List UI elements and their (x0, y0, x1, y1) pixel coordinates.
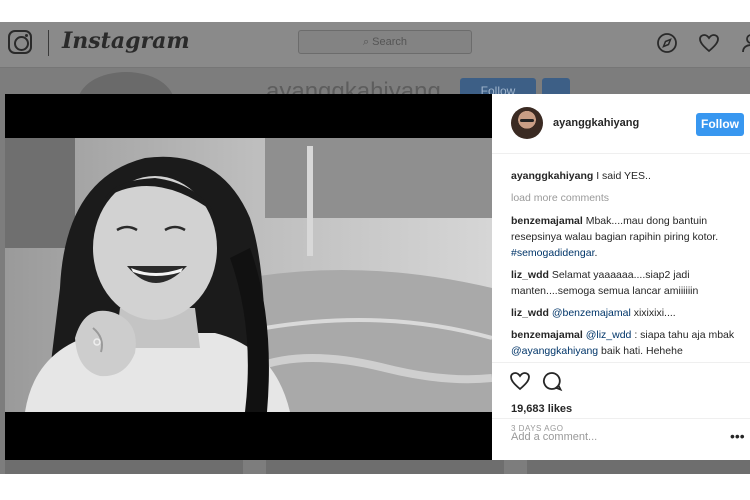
list-item: liz_wdd Selamat yaaaaaa....siap2 jadi ma… (511, 267, 741, 299)
photo-frame (5, 94, 492, 460)
hashtag-link[interactable]: #semogadidengar (511, 247, 594, 259)
more-options-button[interactable]: ••• (730, 428, 745, 444)
search-placeholder: Search (372, 36, 408, 48)
comment-author[interactable]: liz_wdd (511, 307, 549, 319)
post-actions: 19,683 likes 3 DAYS AGO (492, 362, 750, 433)
likes-count[interactable]: 19,683 likes (511, 403, 572, 415)
comment-icon[interactable] (541, 370, 563, 392)
list-item: liz_wdd @benzemajamal xixixixi.... (511, 305, 741, 321)
top-bar: Instagram ⌕ Search (0, 22, 750, 68)
grid-tile (527, 460, 750, 474)
brand-wordmark[interactable]: Instagram (62, 28, 190, 54)
screen: Instagram ⌕ Search ayanggkahiyang Follow (0, 22, 750, 474)
comment-text: : siapa tahu aja mbak (631, 329, 735, 341)
list-item: benzemajamal @liz_wdd : siapa tahu aja m… (511, 327, 741, 359)
search-icon: ⌕ (362, 36, 373, 48)
comment-author[interactable]: benzemajamal (511, 215, 583, 227)
grid-tile (266, 460, 504, 474)
comment-author[interactable]: benzemajamal (511, 329, 583, 341)
post-header: ayanggkahiyang Follow (492, 94, 750, 154)
follow-button[interactable]: Follow (696, 113, 744, 136)
comment-text-end: baik hati. Hehehe (598, 345, 683, 357)
search-input[interactable]: ⌕ Search (298, 30, 472, 54)
comment-text: xixixixi.... (630, 307, 676, 319)
load-more-comments-link[interactable]: load more comments (511, 190, 741, 206)
grid-tile (5, 460, 243, 474)
post-side-panel: ayanggkahiyang Follow ayanggkahiyang I s… (492, 94, 750, 460)
compass-icon[interactable] (656, 32, 678, 54)
like-heart-icon[interactable] (509, 370, 531, 392)
divider (48, 30, 49, 56)
post-photo[interactable] (5, 138, 492, 412)
heart-icon[interactable] (698, 32, 720, 54)
mention-link[interactable]: @ayanggkahiyang (511, 345, 598, 357)
caption: ayanggkahiyang I said YES.. (511, 168, 741, 184)
avatar[interactable] (511, 107, 543, 139)
post-author[interactable]: ayanggkahiyang (553, 117, 639, 129)
instagram-icon[interactable] (8, 30, 32, 54)
caption-author[interactable]: ayanggkahiyang (511, 170, 593, 182)
add-comment-bar: ••• (492, 418, 750, 460)
post-modal: ayanggkahiyang Follow ayanggkahiyang I s… (5, 94, 750, 460)
add-comment-input[interactable] (511, 431, 711, 443)
comments-list: ayanggkahiyang I said YES.. load more co… (511, 168, 741, 365)
list-item: benzemajamal Mbak....mau dong bantuin re… (511, 213, 741, 261)
mention-link[interactable]: @benzemajamal (552, 307, 631, 319)
person-icon[interactable] (740, 32, 750, 54)
mention-link[interactable]: @liz_wdd (586, 329, 632, 341)
caption-text: I said YES.. (596, 170, 651, 182)
comment-text-end: . (594, 247, 598, 259)
comment-author[interactable]: liz_wdd (511, 269, 549, 281)
